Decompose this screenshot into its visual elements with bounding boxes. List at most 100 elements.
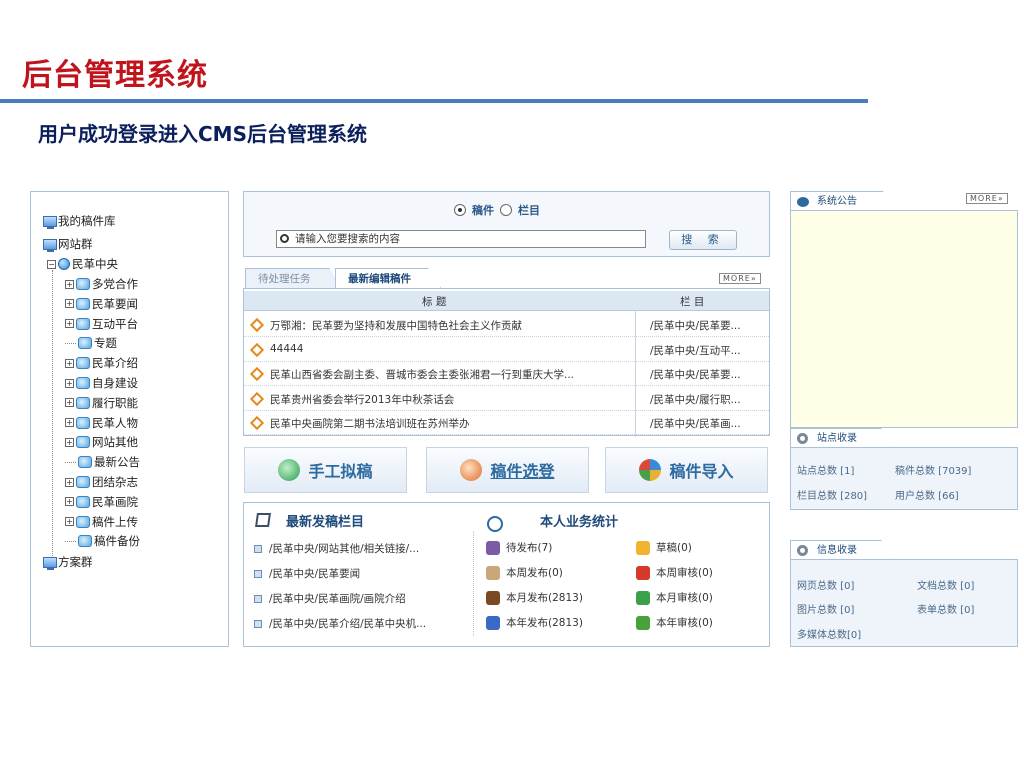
button-label: 手工拟稿 xyxy=(308,462,373,481)
tree-item-child[interactable]: + 团结杂志 xyxy=(65,473,138,491)
list-item[interactable]: /民革中央/民革介绍/民革中央机... xyxy=(254,616,426,631)
expand-icon[interactable]: + xyxy=(65,497,74,507)
stat-item[interactable]: 本月审核(0) xyxy=(636,590,713,605)
manual-draft-button[interactable]: 手工拟稿 xyxy=(244,447,407,493)
tree-label: 方案群 xyxy=(58,555,93,569)
tree-item-child[interactable]: + 多党合作 xyxy=(65,275,138,293)
radio-column[interactable] xyxy=(500,204,512,216)
stat-item[interactable]: 本年发布(2813) xyxy=(486,615,583,630)
tree-item-child[interactable]: + 民革人物 xyxy=(65,414,138,432)
tree-label: 多党合作 xyxy=(92,277,138,291)
radio-doc[interactable] xyxy=(454,204,466,216)
stat-column-total: 栏目总数 [280] xyxy=(797,491,868,502)
latest-columns-title: 最新发稿栏目 xyxy=(286,515,365,530)
row-title[interactable]: 万鄂湘：民革要为坚持和发展中国特色社会主义作贡献 xyxy=(270,318,522,333)
search-input[interactable]: 请输入您要搜索的内容 xyxy=(276,230,646,248)
list-item[interactable]: /民革中央/网站其他/相关链接/... xyxy=(254,541,419,556)
tab-latest-edited[interactable]: 最新编辑稿件 xyxy=(335,268,441,288)
stat-item[interactable]: 本周审核(0) xyxy=(636,565,713,580)
tree-item-child[interactable]: + 自身建设 xyxy=(65,374,138,392)
tree-label: 我的稿件库 xyxy=(58,214,116,228)
button-label: 稿件选登 xyxy=(490,462,555,481)
expand-icon[interactable]: + xyxy=(65,477,74,487)
tree-label: 民革画院 xyxy=(92,494,138,509)
expand-icon[interactable]: + xyxy=(65,398,74,408)
tree-item-root[interactable]: − 民革中央 xyxy=(47,255,118,273)
import-doc-button[interactable]: 稿件导入 xyxy=(605,447,768,493)
row-column: /民革中央/民革要... xyxy=(650,320,741,332)
more-button[interactable]: MORE» xyxy=(719,273,761,284)
expand-icon[interactable]: + xyxy=(65,358,74,368)
tree-item-child[interactable]: + 民革介绍 xyxy=(65,354,138,372)
table-row[interactable]: 民革贵州省委会举行2013年中秋茶话会/民革中央/履行职... xyxy=(244,387,769,411)
list-item[interactable]: /民革中央/民革画院/画院介绍 xyxy=(254,591,406,606)
tree-item-plan-group[interactable]: 方案群 xyxy=(43,553,93,571)
search-button[interactable]: 搜 索 xyxy=(669,230,737,250)
doc-marker-icon xyxy=(249,391,265,406)
expand-icon[interactable]: + xyxy=(65,517,74,527)
table-row[interactable]: 民革山西省委会副主委、晋城市委会主委张湘君一行到重庆大学... /民革中央/民革要… xyxy=(244,362,769,386)
site-tree-panel: 我的稿件库 网站群 − 民革中央 + 多党合作 + 民革要闻 + 互动平台 专题 + 民革介绍 +… xyxy=(30,191,229,647)
stat-item[interactable]: 本周发布(0) xyxy=(486,565,563,580)
table-row[interactable]: 民革中央画院第二期书法培训班在苏州举办/民革中央/民革画... xyxy=(244,411,769,435)
tree-item-child[interactable]: 最新公告 xyxy=(65,453,140,471)
sheet-icon xyxy=(636,590,650,605)
tree-item-child[interactable]: + 履行职能 xyxy=(65,394,138,412)
radio-doc-label: 稿件 xyxy=(472,204,494,217)
expand-icon[interactable]: + xyxy=(65,319,74,329)
row-title[interactable]: 民革贵州省委会举行2013年中秋茶话会 xyxy=(270,392,454,407)
stat-item[interactable]: 草稿(0) xyxy=(636,540,692,555)
expand-icon[interactable]: + xyxy=(65,418,74,428)
tab-label: 系统公告 xyxy=(817,196,857,207)
table-row[interactable]: 44444/民革中央/互动平... xyxy=(244,338,769,362)
row-column: /民革中央/履行职... xyxy=(650,393,741,406)
button-label: 稿件导入 xyxy=(669,462,734,481)
table-row[interactable]: 万鄂湘：民革要为坚持和发展中国特色社会主义作贡献/民革中央/民革要... xyxy=(244,313,769,337)
tab-pending-tasks[interactable]: 待处理任务 xyxy=(245,268,341,288)
stat-label: 本年审核(0) xyxy=(656,617,713,629)
column-path: /民革中央/民革介绍/民革中央机... xyxy=(269,618,427,630)
compose-icon xyxy=(278,459,301,481)
list-item[interactable]: /民革中央/民革要闻 xyxy=(254,566,360,581)
expand-icon[interactable]: + xyxy=(65,378,74,388)
select-doc-button[interactable]: 稿件选登 xyxy=(426,447,589,493)
tree-label: 专题 xyxy=(94,336,117,351)
stat-label: 本月发布(2813) xyxy=(506,592,583,604)
tree-item-child[interactable]: 稿件备份 xyxy=(65,532,140,550)
stat-site-total: 站点总数 [1] xyxy=(797,466,855,477)
stat-item[interactable]: 待发布(7) xyxy=(486,540,552,555)
tree-item-child[interactable]: 专题 xyxy=(65,334,117,352)
tree-label: 稿件上传 xyxy=(92,514,138,529)
tab-site-stats[interactable]: 站点收录 xyxy=(790,428,896,448)
folder-icon xyxy=(76,377,90,389)
tree-item-child[interactable]: + 互动平台 xyxy=(65,315,138,333)
stat-user-total: 用户总数 [66] xyxy=(895,491,959,502)
folder-icon xyxy=(76,515,90,528)
row-title[interactable]: 民革中央画院第二期书法培训班在苏州举办 xyxy=(270,416,470,431)
row-title[interactable]: 民革山西省委会副主委、晋城市委会主委张湘君一行到重庆大学... xyxy=(270,367,574,382)
tree-item-child[interactable]: + 民革画院 xyxy=(65,493,138,511)
tree-item-child[interactable]: + 民革要闻 xyxy=(65,295,138,313)
tree-label: 网站群 xyxy=(58,237,93,251)
collapse-icon[interactable]: − xyxy=(47,259,56,269)
tab-info-stats[interactable]: 信息收录 xyxy=(790,540,896,560)
row-title[interactable]: 44444 xyxy=(270,343,303,355)
tree-item-my-library[interactable]: 我的稿件库 xyxy=(43,212,116,230)
select-icon xyxy=(460,459,483,481)
slide-subtitle: 用户成功登录进入CMS后台管理系统 xyxy=(38,122,367,146)
expand-icon[interactable]: + xyxy=(65,437,74,447)
stat-item[interactable]: 本月发布(2813) xyxy=(486,590,583,605)
edit-icon xyxy=(255,513,271,527)
folder-icon xyxy=(76,416,90,429)
tree-item-child[interactable]: + 网站其他 xyxy=(65,433,138,451)
expand-icon[interactable]: + xyxy=(65,279,74,289)
tree-label: 民革要闻 xyxy=(92,296,138,311)
tab-system-notice[interactable]: 系统公告 xyxy=(790,191,898,211)
tree-item-site-group[interactable]: 网站群 xyxy=(43,235,93,253)
radio-column-label: 栏目 xyxy=(518,204,540,217)
notice-more-button[interactable]: MORE» xyxy=(966,193,1008,204)
stat-item[interactable]: 本年审核(0) xyxy=(636,615,713,630)
row-column: /民革中央/民革画... xyxy=(650,418,741,430)
tree-item-child[interactable]: + 稿件上传 xyxy=(65,513,138,531)
expand-icon[interactable]: + xyxy=(65,299,74,309)
